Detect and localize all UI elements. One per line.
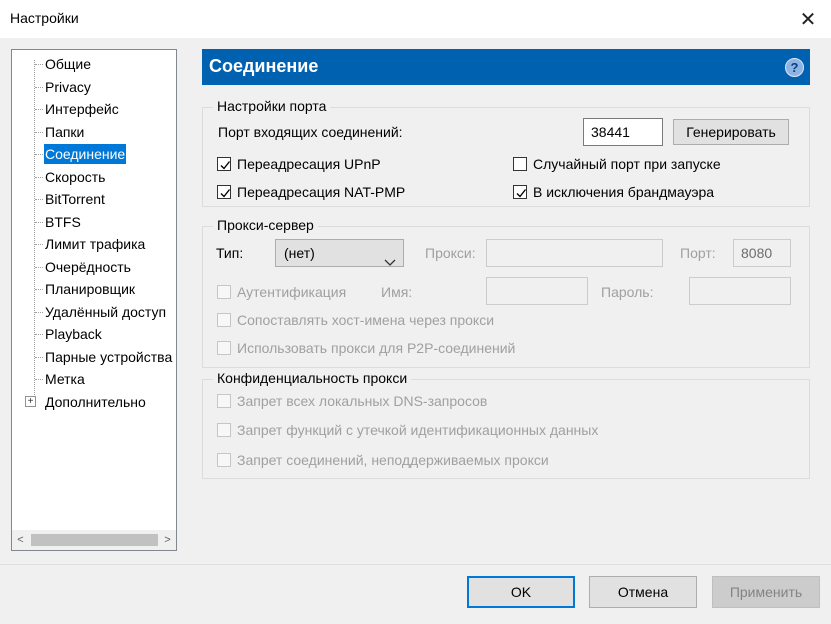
proxy-password-label: Пароль: <box>601 284 654 300</box>
block-leaks-checkbox[interactable] <box>217 423 231 437</box>
tree-item[interactable]: Очерёдность <box>44 257 132 277</box>
proxy-username-label: Имя: <box>381 284 413 300</box>
tree-item[interactable]: Privacy <box>44 77 92 97</box>
tree-item[interactable]: Соединение <box>44 144 127 164</box>
page-header: Соединение ? <box>202 49 810 85</box>
checkmark-icon <box>220 161 231 170</box>
tree-item[interactable]: Парные устройства <box>44 347 173 367</box>
tree-item[interactable]: Скорость <box>44 167 106 187</box>
upnp-label: Переадресация UPnP <box>237 156 381 172</box>
upnp-checkbox[interactable] <box>217 157 231 171</box>
expand-plus-icon[interactable]: + <box>25 395 36 407</box>
close-button[interactable]: ✕ <box>785 0 831 38</box>
incoming-port-label: Порт входящих соединений: <box>218 124 403 140</box>
tree-guide-branch <box>35 266 43 268</box>
proxy-type-value: (нет) <box>284 245 315 261</box>
tree-guide-branch <box>35 289 43 290</box>
tree-guide-branch <box>35 154 43 155</box>
proxy-port-label: Порт: <box>680 245 716 261</box>
tree-item[interactable]: Интерфейс <box>44 99 120 119</box>
tree-item[interactable]: Playback <box>44 324 103 344</box>
block-unsupported-label: Запрет соединений, неподдерживаемых прок… <box>237 452 549 468</box>
port-settings-legend: Настройки порта <box>213 98 331 114</box>
tree-item[interactable]: Метка <box>44 369 86 389</box>
scroll-left-icon[interactable]: < <box>12 530 29 550</box>
tree-item[interactable]: BitTorrent <box>44 189 106 209</box>
block-unsupported-checkbox[interactable] <box>217 453 231 467</box>
tree-item[interactable]: Папки <box>44 122 85 142</box>
auth-label: Аутентификация <box>237 284 347 300</box>
checkmark-icon <box>220 189 231 198</box>
checkmark-icon <box>516 189 527 198</box>
chevron-down-icon <box>384 249 396 275</box>
tree-guide-branch <box>35 244 43 245</box>
generate-button[interactable]: Генерировать <box>673 119 789 145</box>
auth-checkbox[interactable] <box>217 285 231 299</box>
help-icon[interactable]: ? <box>785 58 804 77</box>
page-title: Соединение <box>209 56 319 76</box>
natpmp-checkbox[interactable] <box>217 185 231 199</box>
tree-guide-branch <box>35 64 43 65</box>
tree-item[interactable]: Лимит трафика <box>44 234 146 254</box>
proxy-host-input[interactable] <box>486 239 663 267</box>
block-dns-checkbox[interactable] <box>217 394 231 408</box>
resolve-hostnames-label: Сопоставлять хост-имена через прокси <box>237 312 495 328</box>
proxy-privacy-legend: Конфиденциальность прокси <box>213 370 412 386</box>
tree-guide-branch <box>35 334 43 335</box>
resolve-hostnames-checkbox[interactable] <box>217 313 231 327</box>
tree-guide-branch <box>35 311 43 313</box>
proxy-server-legend: Прокси-сервер <box>213 217 318 233</box>
proxy-port-input[interactable]: 8080 <box>733 239 791 267</box>
tree-item[interactable]: Планировщик <box>44 279 136 299</box>
scroll-thumb[interactable] <box>31 534 158 546</box>
tree-item[interactable]: BTFS <box>44 212 82 232</box>
tree-item[interactable]: Дополнительно <box>44 392 147 412</box>
tree-item[interactable]: Общие <box>44 54 92 74</box>
tree-guide-branch <box>35 379 43 380</box>
tree-guide-branch <box>35 221 43 223</box>
cancel-button[interactable]: Отмена <box>589 576 697 608</box>
footer-divider <box>0 564 831 565</box>
tree-guide-branch <box>35 176 43 178</box>
proxy-type-select[interactable]: (нет) <box>275 239 404 267</box>
window-title: Настройки <box>10 10 79 26</box>
tree-guide-branch <box>35 356 43 358</box>
settings-tree[interactable]: Общие Privacy Интерфейс Папки Соединение Скор… <box>11 49 177 551</box>
natpmp-label: Переадресация NAT-PMP <box>237 184 406 200</box>
proxy-p2p-checkbox[interactable] <box>217 341 231 355</box>
apply-button[interactable]: Применить <box>712 576 820 608</box>
proxy-p2p-label: Использовать прокси для P2P-соединений <box>237 340 516 356</box>
random-port-checkbox[interactable] <box>513 157 527 171</box>
tree-horizontal-scrollbar[interactable]: < > <box>12 530 176 550</box>
tree-guide-branch <box>35 131 43 133</box>
firewall-checkbox[interactable] <box>513 185 527 199</box>
tree-items: Общие Privacy Интерфейс Папки Соединение Скор… <box>12 50 176 530</box>
block-leaks-label: Запрет функций с утечкой идентификационн… <box>237 422 599 438</box>
tree-guide-line <box>34 60 35 405</box>
tree-item[interactable]: Удалённый доступ <box>44 302 167 322</box>
tree-guide-branch <box>35 86 43 88</box>
random-port-label: Случайный порт при запуске <box>533 156 721 172</box>
block-dns-label: Запрет всех локальных DNS-запросов <box>237 393 488 409</box>
close-icon: ✕ <box>799 8 817 31</box>
tree-guide-branch <box>35 199 43 200</box>
firewall-label: В исключения брандмауэра <box>533 184 715 200</box>
incoming-port-input[interactable]: 38441 <box>583 118 663 146</box>
proxy-password-input[interactable] <box>689 277 791 305</box>
title-bar: Настройки ✕ <box>0 0 831 38</box>
tree-guide-branch <box>35 109 43 110</box>
proxy-type-label: Тип: <box>216 245 244 261</box>
proxy-username-input[interactable] <box>486 277 588 305</box>
scroll-right-icon[interactable]: > <box>159 530 176 550</box>
proxy-host-label: Прокси: <box>425 245 476 261</box>
ok-button[interactable]: OK <box>467 576 575 608</box>
